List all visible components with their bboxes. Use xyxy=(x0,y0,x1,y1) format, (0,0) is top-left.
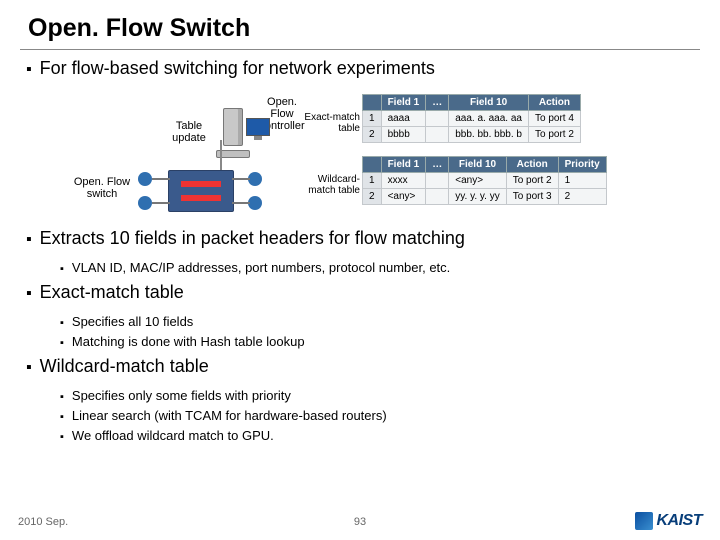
table-row: 1 xxxx <any> To port 2 1 xyxy=(363,173,607,189)
bullet-marker-icon: ▪ xyxy=(60,314,64,332)
th: Action xyxy=(506,157,558,173)
table-row: 2 bbbb bbb. bb. bbb. b To port 2 xyxy=(363,127,581,143)
link-line xyxy=(152,202,170,204)
link-line xyxy=(232,178,250,180)
bullet-lvl2: ▪ We offload wildcard match to GPU. xyxy=(60,428,700,446)
td: bbbb xyxy=(381,127,426,143)
link-line xyxy=(220,140,222,174)
bullet-marker-icon: ▪ xyxy=(26,58,32,82)
lead-bullet: ▪ For flow-based switching for network e… xyxy=(26,58,700,82)
slide: Open. Flow Switch ▪ For flow-based switc… xyxy=(0,0,720,540)
bullet-lvl2: ▪ Linear search (with TCAM for hardware-b… xyxy=(60,408,700,426)
sub-bullet-text: VLAN ID, MAC/IP addresses, port numbers,… xyxy=(72,260,450,278)
th: Field 1 xyxy=(381,95,426,111)
slide-title: Open. Flow Switch xyxy=(28,14,700,43)
bullet-list: ▪ Extracts 10 fields in packet headers fo… xyxy=(20,228,700,446)
bullet-lvl1: ▪ Extracts 10 fields in packet headers fo… xyxy=(26,228,700,252)
td xyxy=(426,127,449,143)
bullet-marker-icon: ▪ xyxy=(26,282,32,306)
link-line xyxy=(232,202,250,204)
td xyxy=(426,189,449,205)
lead-bullet-text: For flow-based switching for network exp… xyxy=(40,58,435,79)
bullet-lvl2: ▪ Specifies only some fields with priorit… xyxy=(60,388,700,406)
td: aaa. a. aaa. aa xyxy=(449,111,529,127)
bullet-text: Wildcard-match table xyxy=(40,356,209,377)
bullet-marker-icon: ▪ xyxy=(60,388,64,406)
bullet-lvl2: ▪ VLAN ID, MAC/IP addresses, port numbers… xyxy=(60,260,700,278)
td: To port 4 xyxy=(528,111,580,127)
node-icon xyxy=(248,196,262,210)
exact-label: Exact-matchtable xyxy=(296,112,360,134)
th: Action xyxy=(528,95,580,111)
footer-date: 2010 Sep. xyxy=(18,516,68,528)
table-row: 2 <any> yy. y. y. yy To port 3 2 xyxy=(363,189,607,205)
td: <any> xyxy=(449,173,506,189)
divider xyxy=(20,49,700,50)
bullet-marker-icon: ▪ xyxy=(26,228,32,252)
td: To port 3 xyxy=(506,189,558,205)
bullet-lvl2: ▪ Specifies all 10 fields xyxy=(60,314,700,332)
switch-icon xyxy=(168,170,234,212)
td: 1 xyxy=(363,173,382,189)
table-header-row: Field 1 … Field 10 Action Priority xyxy=(363,157,607,173)
bullet-lvl1: ▪ Wildcard-match table xyxy=(26,356,700,380)
bullet-text: Extracts 10 fields in packet headers for… xyxy=(40,228,465,249)
sub-bullet-text: Linear search (with TCAM for hardware-ba… xyxy=(72,408,387,426)
bullet-marker-icon: ▪ xyxy=(60,428,64,446)
bullet-marker-icon: ▪ xyxy=(26,356,32,380)
th: Field 10 xyxy=(449,95,529,111)
td: 2 xyxy=(363,189,382,205)
sub-bullet-text: Matching is done with Hash table lookup xyxy=(72,334,305,352)
exact-match-table: Field 1 … Field 10 Action 1 aaaa aaa. a.… xyxy=(362,94,581,143)
td: yy. y. y. yy xyxy=(449,189,506,205)
node-icon xyxy=(138,172,152,186)
td: 1 xyxy=(558,173,606,189)
node-icon xyxy=(138,196,152,210)
th xyxy=(363,95,382,111)
bullet-marker-icon: ▪ xyxy=(60,260,64,278)
bullet-marker-icon: ▪ xyxy=(60,334,64,352)
table-header-row: Field 1 … Field 10 Action xyxy=(363,95,581,111)
table-row: 1 aaaa aaa. a. aaa. aa To port 4 xyxy=(363,111,581,127)
td: 2 xyxy=(558,189,606,205)
logo-text: KAIST xyxy=(657,512,703,530)
logo: KAIST xyxy=(635,512,703,530)
bullet-marker-icon: ▪ xyxy=(60,408,64,426)
td xyxy=(426,111,449,127)
sub-bullet-text: Specifies all 10 fields xyxy=(72,314,193,332)
th: Priority xyxy=(558,157,606,173)
td: bbb. bb. bbb. b xyxy=(449,127,529,143)
td: To port 2 xyxy=(506,173,558,189)
th: Field 1 xyxy=(381,157,426,173)
link-line xyxy=(152,178,170,180)
footer-page: 93 xyxy=(354,516,366,528)
sub-bullet-text: We offload wildcard match to GPU. xyxy=(72,428,274,446)
td: To port 2 xyxy=(528,127,580,143)
th: … xyxy=(426,157,449,173)
td: 1 xyxy=(363,111,382,127)
th: Field 10 xyxy=(449,157,506,173)
th xyxy=(363,157,382,173)
wild-label: Wildcard-match table xyxy=(296,174,360,196)
node-icon xyxy=(248,172,262,186)
logo-mark-icon xyxy=(635,512,653,530)
td xyxy=(426,173,449,189)
td: 2 xyxy=(363,127,382,143)
wildcard-match-table: Field 1 … Field 10 Action Priority 1 xxx… xyxy=(362,156,607,205)
td: xxxx xyxy=(381,173,426,189)
diagram: Open. Flowswitch Tableupdate Open. Flowc… xyxy=(20,90,700,222)
td: aaaa xyxy=(381,111,426,127)
monitor-icon xyxy=(246,118,270,142)
sub-bullet-text: Specifies only some fields with priority xyxy=(72,388,291,406)
bullet-lvl2: ▪ Matching is done with Hash table lookup xyxy=(60,334,700,352)
bullet-text: Exact-match table xyxy=(40,282,184,303)
th: … xyxy=(426,95,449,111)
td: <any> xyxy=(381,189,426,205)
update-label: Tableupdate xyxy=(166,120,212,144)
switch-label: Open. Flowswitch xyxy=(68,176,136,200)
bullet-lvl1: ▪ Exact-match table xyxy=(26,282,700,306)
